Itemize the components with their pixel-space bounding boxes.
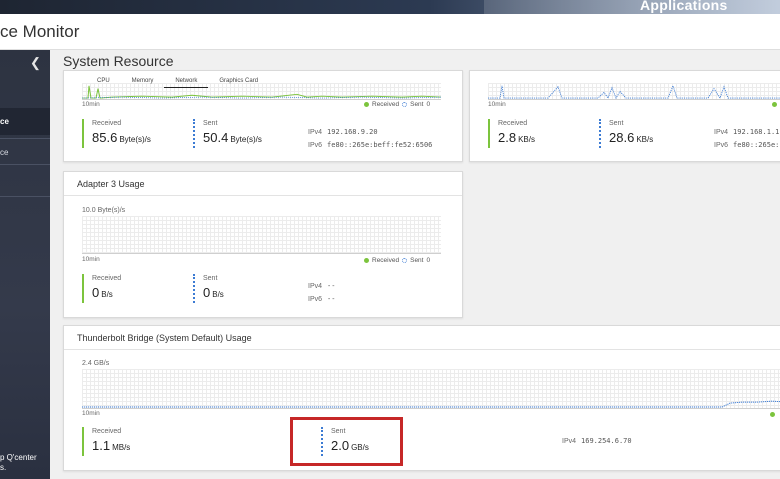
sidebar: ❮ ce ce p Q'center s. xyxy=(0,50,50,479)
received-legend-icon xyxy=(364,102,369,107)
thunderbolt-received-unit: MB/s xyxy=(112,443,131,452)
adapter3-received-label: Received xyxy=(92,275,122,282)
sent-legend-icon xyxy=(402,102,408,107)
tab-cpu[interactable]: CPU xyxy=(86,76,121,88)
adapter3-chart xyxy=(82,216,441,254)
adapter2-ipv4: 192.168.1.1 xyxy=(733,128,780,136)
sidebar-item-sub[interactable]: ce xyxy=(0,138,50,165)
thunderbolt-received-stat: Received 1.1 MB/s xyxy=(82,427,130,456)
thunderbolt-sent-line xyxy=(82,400,780,408)
adapter3-ipv6: -- xyxy=(327,295,336,303)
adapter3-legend: Received Sent 0 xyxy=(364,257,430,264)
adapter2-panel: 10min Received 2.8 KB/s Sent 28.6 KB/s IPv… xyxy=(469,70,780,162)
adapter1-received-label: Received xyxy=(92,120,122,127)
app-title: ce Monitor xyxy=(0,22,80,41)
adapter1-sent-unit: Byte(s)/s xyxy=(230,135,262,144)
thunderbolt-title: Thunderbolt Bridge (System Default) Usag… xyxy=(64,326,780,350)
thunderbolt-received-value: 1.1 xyxy=(92,438,111,453)
title-bar: ce Monitor xyxy=(0,14,780,50)
adapter2-sent-stat: Sent 28.6 KB/s xyxy=(599,119,653,148)
adapter2-received-value: 2.8 xyxy=(498,130,517,145)
sent-legend-icon xyxy=(402,258,408,263)
adapter1-ipv6-key: IPv6 xyxy=(308,142,323,149)
thunderbolt-panel: Thunderbolt Bridge (System Default) Usag… xyxy=(63,325,780,471)
adapter3-ipv4: -- xyxy=(327,282,336,290)
adapter1-received-value: 85.6 xyxy=(92,130,118,145)
adapter1-sent-stat: Sent 50.4 Byte(s)/s xyxy=(193,119,262,148)
legend-sent: Sent xyxy=(410,101,424,108)
adapter2-sent-line xyxy=(488,84,780,99)
adapter2-ipv6: fe80::265e: xyxy=(733,141,780,149)
adapter1-y-right: 0 xyxy=(426,101,431,108)
thunderbolt-chart xyxy=(82,369,780,409)
sent-value-highlight-box xyxy=(290,417,403,466)
adapter2-ip-info: IPv4 192.168.1.1 IPv6 fe80::265e: xyxy=(714,126,779,152)
tab-graphics-card[interactable]: Graphics Card xyxy=(208,76,269,88)
adapter2-ipv6-key: IPv6 xyxy=(714,142,729,149)
adapter3-panel: Adapter 3 Usage 10.0 Byte(s)/s 10min Rec… xyxy=(63,171,463,318)
tab-memory[interactable]: Memory xyxy=(121,76,165,88)
legend-received: Received xyxy=(372,257,400,264)
adapter3-x-label: 10min xyxy=(82,256,100,263)
page-title: System Resource xyxy=(63,53,174,69)
adapter3-y-max: 10.0 Byte(s)/s xyxy=(82,207,126,214)
adapter2-received-stat: Received 2.8 KB/s xyxy=(488,119,535,148)
thunderbolt-x-label: 10min xyxy=(82,410,100,417)
sidebar-divider xyxy=(0,196,50,197)
sidebar-note-line1: p Q'center xyxy=(0,453,37,462)
adapter3-received-unit: B/s xyxy=(101,290,113,299)
adapter2-sent-label: Sent xyxy=(609,120,624,127)
adapter2-sent-unit: KB/s xyxy=(636,135,654,144)
adapter3-sent-unit: B/s xyxy=(212,290,224,299)
adapter3-sent-stat: Sent 0 B/s xyxy=(193,274,224,303)
adapter2-received-unit: KB/s xyxy=(518,135,535,144)
adapter2-received-legend-icon xyxy=(772,102,777,107)
adapter1-received-unit: Byte(s)/s xyxy=(119,135,151,144)
legend-sent: Sent xyxy=(410,257,424,264)
legend-received: Received xyxy=(372,101,400,108)
chevron-left-icon[interactable]: ❮ xyxy=(30,55,41,71)
adapter3-ip-info: IPv4 -- IPv6 -- xyxy=(308,280,335,306)
adapter1-sent-value: 50.4 xyxy=(203,130,229,145)
adapter3-sent-value: 0 xyxy=(203,285,211,300)
thunderbolt-ipv4-key: IPv4 xyxy=(562,438,577,445)
adapter1-ip-info: IPv4 192.168.9.20 IPv6 fe80::265e:beff:fe5… xyxy=(308,126,432,152)
sidebar-note-line2: s. xyxy=(0,463,7,472)
adapter3-ipv4-key: IPv4 xyxy=(308,283,323,290)
adapter3-received-value: 0 xyxy=(92,285,100,300)
adapter2-sent-value: 28.6 xyxy=(609,130,635,145)
adapter3-y-right: 0 xyxy=(426,257,431,264)
adapter3-received-stat: Received 0 B/s xyxy=(82,274,121,303)
adapter2-ipv4-key: IPv4 xyxy=(714,129,729,136)
adapter1-x-label: 10min xyxy=(82,101,100,108)
adapter2-chart xyxy=(488,83,780,100)
resource-tabs: CPU Memory Network Graphics Card xyxy=(86,76,269,88)
thunderbolt-ipv4: 169.254.6.70 xyxy=(581,437,632,445)
sidebar-item-active[interactable]: ce xyxy=(0,108,50,135)
adapter2-received-label: Received xyxy=(498,120,528,127)
received-legend-icon xyxy=(364,258,369,263)
thunderbolt-y-max: 2.4 GB/s xyxy=(82,360,110,367)
adapter2-chart-svg xyxy=(488,84,780,99)
adapter3-sent-label: Sent xyxy=(203,275,218,282)
adapter1-legend: Received Sent 0 xyxy=(364,101,430,108)
tab-network[interactable]: Network xyxy=(164,76,209,88)
adapter1-sent-label: Sent xyxy=(203,120,218,127)
adapter1-ipv4-key: IPv4 xyxy=(308,129,323,136)
thunderbolt-received-label: Received xyxy=(92,428,122,435)
applications-label[interactable]: Applications xyxy=(484,0,780,14)
adapter1-received-stat: Received 85.6 Byte(s)/s xyxy=(82,119,151,148)
thunderbolt-received-legend-icon xyxy=(770,412,775,417)
adapter3-title: Adapter 3 Usage xyxy=(64,172,462,196)
adapter1-ipv4: 192.168.9.20 xyxy=(327,128,378,136)
adapter2-x-label: 10min xyxy=(488,101,506,108)
thunderbolt-chart-svg xyxy=(82,400,780,408)
adapter3-ipv6-key: IPv6 xyxy=(308,296,323,303)
thunderbolt-ip-info: IPv4 169.254.6.70 xyxy=(562,435,632,448)
adapter1-ipv6: fe80::265e:beff:fe52:6506 xyxy=(327,141,433,149)
sidebar-note: p Q'center s. xyxy=(0,453,50,473)
